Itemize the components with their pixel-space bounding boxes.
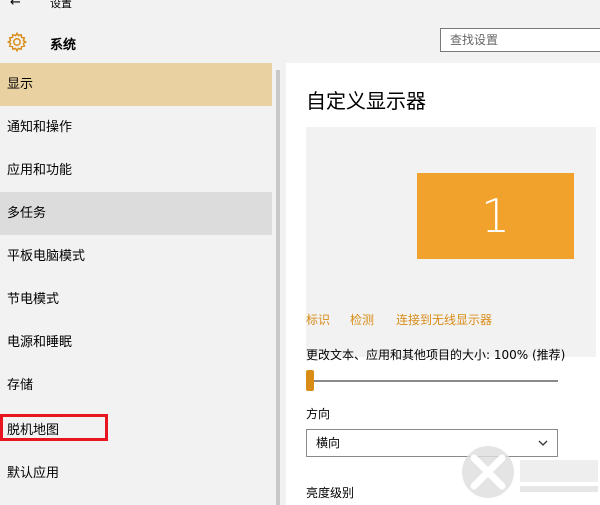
sidebar-item-notifications[interactable]: 通知和操作 bbox=[0, 106, 272, 149]
connect-wireless-display-link[interactable]: 连接到无线显示器 bbox=[396, 311, 492, 328]
sidebar-item-apps[interactable]: 应用和功能 bbox=[0, 149, 272, 192]
page-title: 系统 bbox=[50, 38, 77, 53]
sidebar-item-battery-saver[interactable]: 节电模式 bbox=[0, 278, 272, 321]
sidebar-item-storage[interactable]: 存储 bbox=[0, 364, 272, 407]
header: 系统 查找设置 bbox=[0, 14, 600, 64]
sidebar-scrollbar-thumb[interactable] bbox=[276, 70, 280, 505]
sidebar-item-tablet-mode[interactable]: 平板电脑模式 bbox=[0, 235, 272, 278]
title-bar: ← 设置 bbox=[0, 0, 600, 14]
identify-link[interactable]: 标识 bbox=[306, 311, 330, 328]
monitor-number: 1 bbox=[480, 189, 511, 243]
scale-label: 更改文本、应用和其他项目的大小: 100% (推荐) bbox=[306, 348, 566, 362]
sidebar-item-power-sleep[interactable]: 电源和睡眠 bbox=[0, 321, 272, 364]
sidebar-item-default-apps[interactable]: 默认应用 bbox=[0, 452, 272, 495]
scale-slider-thumb[interactable] bbox=[306, 370, 314, 391]
orientation-label: 方向 bbox=[306, 407, 331, 421]
scale-slider-track[interactable] bbox=[308, 380, 558, 382]
sidebar-item-multitasking[interactable]: 多任务 bbox=[0, 192, 272, 235]
back-arrow-icon[interactable]: ← bbox=[10, 0, 21, 10]
detect-link[interactable]: 检测 bbox=[350, 311, 374, 328]
watermark-logo bbox=[462, 446, 598, 498]
window-title: 设置 bbox=[50, 0, 72, 10]
orientation-value: 横向 bbox=[316, 436, 341, 450]
search-input[interactable]: 查找设置 bbox=[440, 28, 600, 52]
section-title: 自定义显示器 bbox=[306, 89, 426, 113]
sidebar-item-display[interactable]: 显示 bbox=[0, 63, 272, 106]
highlight-annotation-box bbox=[0, 414, 108, 441]
gear-icon bbox=[6, 31, 28, 53]
brightness-label: 亮度级别 bbox=[306, 486, 355, 500]
monitor-tile[interactable]: 1 bbox=[417, 173, 574, 259]
